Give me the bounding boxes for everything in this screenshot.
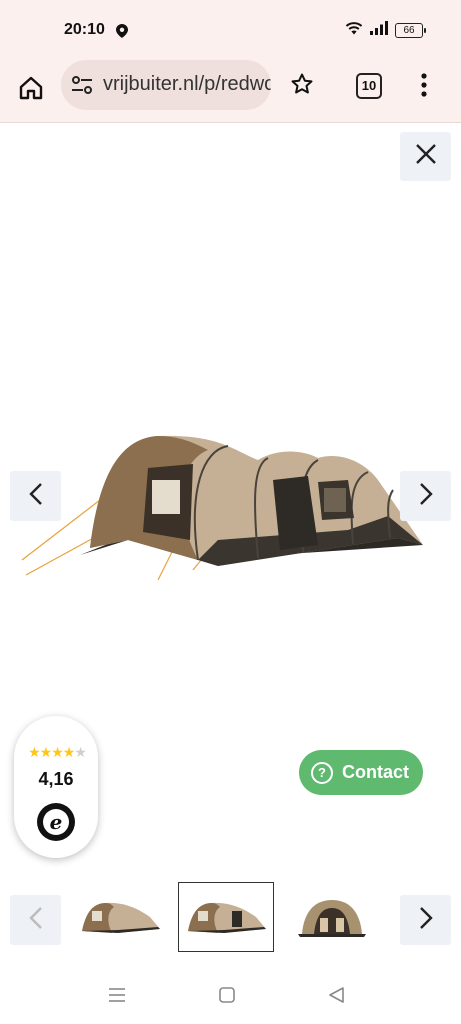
system-navigation-bar xyxy=(0,970,461,1024)
star-icon: ★ xyxy=(28,744,41,760)
battery-icon: 66 xyxy=(395,23,426,38)
home-square-icon[interactable] xyxy=(218,986,236,1009)
chevron-left-icon xyxy=(28,906,43,935)
chevron-right-icon xyxy=(419,482,433,511)
location-icon xyxy=(116,24,128,43)
tent-thumbnail-3[interactable] xyxy=(284,882,380,952)
back-triangle-icon[interactable] xyxy=(328,986,346,1009)
site-settings-icon[interactable] xyxy=(71,75,93,100)
menu-icon[interactable] xyxy=(420,72,428,103)
tent-image xyxy=(18,420,428,590)
bookmark-star-icon[interactable] xyxy=(290,72,314,101)
url-text[interactable]: vrijbuiter.nl/p/redwood xyxy=(103,73,271,96)
tabs-icon[interactable]: 10 xyxy=(356,73,382,99)
contact-label: Contact xyxy=(342,762,409,782)
recents-icon[interactable] xyxy=(108,986,126,1009)
star-icon: ★ xyxy=(62,744,76,760)
chevron-right-icon xyxy=(419,906,433,935)
star-icon: ★ xyxy=(39,744,53,760)
contact-button[interactable]: ? Contact xyxy=(299,750,423,795)
signal-icon xyxy=(370,21,388,40)
thumb-next-button[interactable] xyxy=(400,895,451,945)
browser-toolbar: vrijbuiter.nl/p/redwood 10 xyxy=(0,60,461,123)
rating-badge[interactable]: ★★★★★ 4,16 e xyxy=(14,716,98,858)
rating-value: 4,16 xyxy=(38,769,74,789)
address-bar[interactable]: vrijbuiter.nl/p/redwood xyxy=(61,60,271,110)
status-time: 20:10 xyxy=(64,21,105,38)
star-icon: ★ xyxy=(74,744,87,760)
help-icon: ? xyxy=(311,761,333,784)
logo-letter: e xyxy=(43,809,69,835)
status-bar: 20:10 66 xyxy=(0,0,461,60)
trusted-shops-logo: e xyxy=(37,803,75,841)
thumb-prev-button[interactable] xyxy=(10,895,61,945)
prev-image-button[interactable] xyxy=(10,471,61,521)
chevron-left-icon xyxy=(28,482,43,511)
home-icon[interactable] xyxy=(14,71,48,105)
star-icon: ★ xyxy=(51,744,64,760)
tent-thumbnail-2[interactable] xyxy=(178,882,274,952)
next-image-button[interactable] xyxy=(400,471,451,521)
rating-stars: ★★★★★ xyxy=(19,744,95,761)
wifi-icon xyxy=(345,21,363,40)
close-icon xyxy=(415,143,437,170)
close-gallery-button[interactable] xyxy=(400,132,451,181)
tent-thumbnail-1[interactable] xyxy=(72,882,168,952)
